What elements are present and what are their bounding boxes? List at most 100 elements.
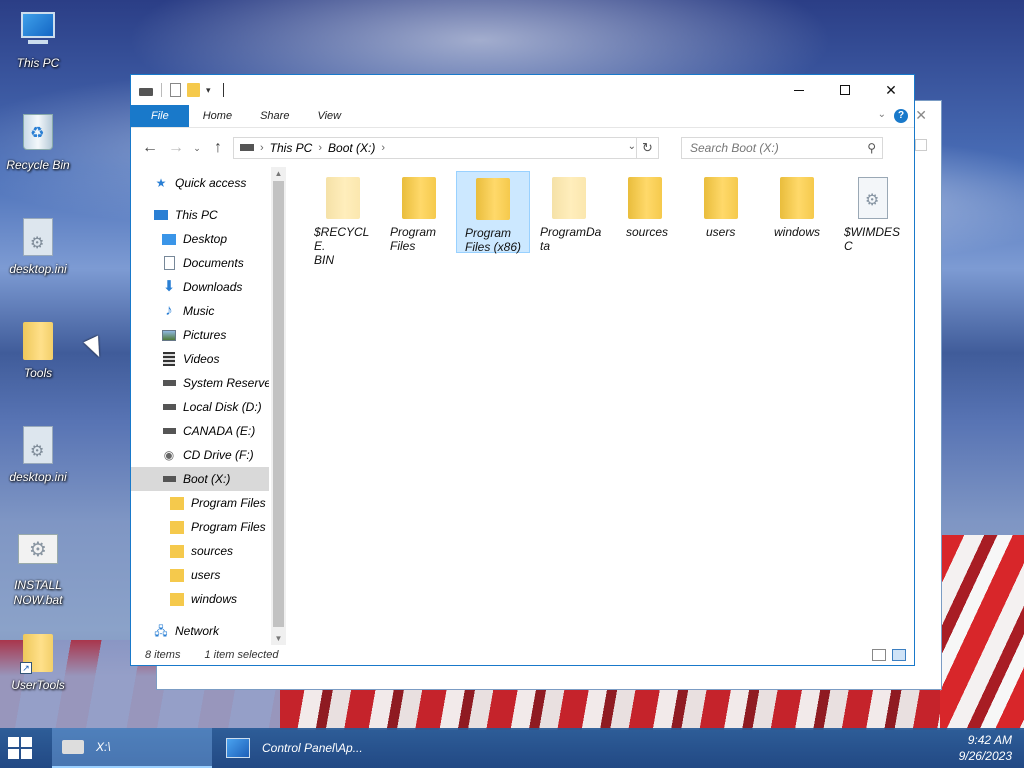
navigation-pane: ★ Quick access This PC Desktop Documents … — [131, 167, 286, 645]
maximize-icon — [840, 85, 850, 95]
tab-home[interactable]: Home — [189, 105, 246, 127]
item-program-files[interactable]: Program Files — [382, 171, 456, 253]
system-clock[interactable]: 9:42 AM 9/26/2023 — [959, 732, 1012, 764]
desktop-icon-usertools[interactable]: ↗ UserTools — [0, 634, 76, 693]
nav-item-program-files[interactable]: Program Files — [131, 491, 269, 515]
music-icon: ♪ — [165, 302, 173, 319]
pictures-icon — [161, 328, 177, 342]
nav-item-network[interactable]: 🖧 Network — [131, 619, 269, 643]
nav-item-boot-x[interactable]: Boot (X:) — [131, 467, 269, 491]
folder-icon — [169, 520, 185, 534]
breadcrumb-this-pc[interactable]: This PC — [270, 141, 313, 155]
new-folder-icon[interactable] — [187, 83, 200, 97]
documents-icon — [161, 256, 177, 270]
nav-item-quick-access[interactable]: ★ Quick access — [131, 171, 269, 195]
title-bar[interactable]: ▾ ✕ — [131, 75, 914, 105]
star-icon: ★ — [155, 176, 167, 190]
folder-icon — [169, 496, 185, 510]
nav-item-users[interactable]: users — [131, 563, 269, 587]
recycle-bin-icon — [18, 114, 58, 154]
item-wimdesc[interactable]: $WIMDESC — [836, 171, 910, 253]
clock-time: 9:42 AM — [967, 733, 1012, 747]
desktop-icon-recycle-bin[interactable]: Recycle Bin — [0, 112, 76, 173]
nav-item-cd-drive-f[interactable]: ◉ CD Drive (F:) — [131, 443, 269, 467]
file-explorer-window[interactable]: ▾ ✕ File Home Share View ⌄ ? ← → ⌄ ↑ › T… — [130, 74, 915, 666]
start-button[interactable] — [8, 737, 32, 759]
item-program-files-x86[interactable]: Program Files (x86) — [456, 171, 530, 254]
address-row: ← → ⌄ ↑ › This PC › Boot (X:) › ⌄ ↻ Sear… — [131, 127, 914, 167]
address-bar[interactable]: › This PC › Boot (X:) › ⌄ ↻ — [233, 136, 659, 159]
item-programdata[interactable]: ProgramDa ta — [532, 171, 606, 253]
maximize-button[interactable] — [822, 75, 868, 105]
nav-item-this-pc[interactable]: This PC — [131, 203, 269, 227]
nav-item-system-reserved[interactable]: System Reserved — [131, 371, 269, 395]
item-recycle-bin-folder[interactable]: $RECYCLE. BIN — [306, 171, 380, 267]
taskbar-item-control-panel[interactable]: Control Panel\Ap... — [216, 728, 376, 768]
desktop-icon-install-now[interactable]: INSTALL NOW.bat — [0, 530, 76, 608]
videos-icon — [161, 352, 177, 366]
item-label: ProgramDa ta — [540, 225, 602, 253]
item-label: windows — [774, 225, 821, 239]
breadcrumb-separator-icon[interactable]: › — [381, 142, 385, 154]
breadcrumb-separator-icon[interactable]: › — [260, 142, 264, 154]
scrollbar-thumb[interactable] — [273, 181, 284, 627]
tab-view[interactable]: View — [303, 105, 355, 127]
address-dropdown-chevron-icon[interactable]: ⌄ — [628, 141, 636, 152]
nav-item-sources[interactable]: sources — [131, 539, 269, 563]
close-icon: ✕ — [885, 81, 897, 98]
customize-toolbar-chevron-icon[interactable]: ▾ — [206, 85, 211, 96]
nav-item-canada-e[interactable]: CANADA (E:) — [131, 419, 269, 443]
nav-item-program-files-x86[interactable]: Program Files ( — [131, 515, 269, 539]
computer-icon — [18, 12, 58, 52]
help-icon[interactable]: ? — [894, 109, 908, 123]
back-button[interactable]: ← — [139, 137, 161, 159]
drive-icon — [161, 424, 177, 438]
drive-icon — [161, 376, 177, 390]
refresh-button[interactable]: ↻ — [636, 136, 658, 159]
minimize-button[interactable] — [776, 75, 822, 105]
details-view-icon[interactable] — [872, 649, 886, 661]
item-sources[interactable]: sources — [608, 171, 682, 253]
nav-item-videos[interactable]: Videos — [131, 347, 269, 371]
breadcrumb-boot[interactable]: Boot (X:) — [328, 141, 375, 155]
folder-icon — [326, 177, 360, 219]
nav-item-pictures[interactable]: Pictures — [131, 323, 269, 347]
search-input[interactable]: Search Boot (X:) ⚲ — [681, 136, 883, 159]
background-window-button[interactable] — [915, 139, 927, 151]
settings-file-icon — [18, 426, 58, 466]
desktop-icon-desktop-ini-2[interactable]: desktop.ini — [0, 426, 76, 485]
properties-icon[interactable] — [170, 83, 181, 97]
scroll-down-chevron-icon[interactable]: ▼ — [271, 634, 286, 643]
folder-shortcut-icon: ↗ — [18, 634, 58, 674]
up-button[interactable]: ↑ — [207, 137, 229, 159]
nav-item-downloads[interactable]: ⬇ Downloads — [131, 275, 269, 299]
nav-scrollbar[interactable]: ▲ ▼ — [271, 167, 286, 645]
folder-icon — [704, 177, 738, 219]
scroll-up-chevron-icon[interactable]: ▲ — [271, 169, 286, 178]
expand-ribbon-chevron-icon[interactable]: ⌄ — [878, 109, 886, 120]
nav-item-desktop[interactable]: Desktop — [131, 227, 269, 251]
desktop-icon-desktop-ini[interactable]: desktop.ini — [0, 218, 76, 277]
nav-item-music[interactable]: ♪ Music — [131, 299, 269, 323]
nav-item-local-disk-d[interactable]: Local Disk (D:) — [131, 395, 269, 419]
tab-file[interactable]: File — [131, 105, 189, 127]
breadcrumb-separator-icon[interactable]: › — [318, 142, 322, 154]
desktop-icon-tools[interactable]: Tools — [0, 322, 76, 381]
nav-item-documents[interactable]: Documents — [131, 251, 269, 275]
taskbar-item-explorer[interactable]: X:\ — [52, 728, 212, 768]
close-icon[interactable]: ✕ — [915, 107, 927, 124]
wallpaper-flag-right — [940, 535, 1024, 730]
tab-share[interactable]: Share — [246, 105, 303, 127]
forward-button[interactable]: → — [165, 137, 187, 159]
desktop-icon — [161, 232, 177, 246]
download-icon: ⬇ — [162, 278, 176, 295]
desktop-icon-this-pc[interactable]: This PC — [0, 8, 76, 71]
close-button[interactable]: ✕ — [868, 75, 914, 105]
nav-item-windows[interactable]: windows — [131, 587, 269, 611]
item-windows[interactable]: windows — [760, 171, 834, 253]
large-icons-view-icon[interactable] — [892, 649, 906, 661]
settings-file-icon — [18, 218, 58, 258]
recent-locations-chevron-icon[interactable]: ⌄ — [191, 137, 203, 159]
ribbon-tabs: File Home Share View ⌄ ? — [131, 105, 914, 127]
item-users[interactable]: users — [684, 171, 758, 253]
